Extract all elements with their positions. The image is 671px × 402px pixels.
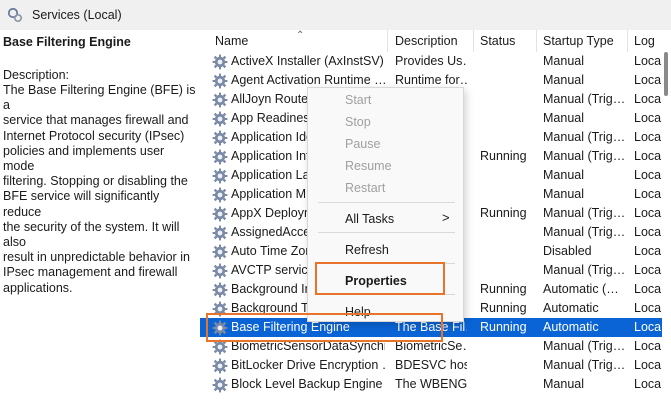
service-name: Block Level Backup Engine … xyxy=(231,377,385,391)
service-status: Running xyxy=(480,301,527,315)
service-startup-type: Manual (Trig… xyxy=(543,149,626,163)
vertical-scrollbar[interactable] xyxy=(662,30,671,402)
service-status: Running xyxy=(480,282,527,296)
submenu-arrow-icon: > xyxy=(442,210,450,225)
service-gear-icon xyxy=(212,206,228,222)
service-log-on-as: Loca xyxy=(634,92,662,106)
service-description-cell: Provides Us… xyxy=(395,54,467,68)
service-startup-type: Manual xyxy=(543,377,584,391)
service-startup-type: Automatic (… xyxy=(543,282,619,296)
service-log-on-as: Loca xyxy=(634,320,662,334)
menu-item-start[interactable]: Start xyxy=(345,93,371,107)
column-header-status[interactable]: Status xyxy=(480,34,515,48)
service-log-on-as: Loca xyxy=(634,54,662,68)
service-startup-type: Manual xyxy=(543,111,584,125)
service-startup-type: Manual xyxy=(543,54,584,68)
menu-item-stop[interactable]: Stop xyxy=(345,115,371,129)
service-status: Running xyxy=(480,206,527,220)
description-pane: Base Filtering Engine Description: The B… xyxy=(0,30,200,402)
menu-separator xyxy=(318,232,455,233)
service-row[interactable]: ActiveX Installer (AxInstSV) Provides Us…… xyxy=(200,52,662,71)
window-title: Services (Local) xyxy=(32,8,122,22)
service-startup-type: Automatic xyxy=(543,301,599,315)
service-row[interactable]: BitLocker Drive Encryption … BDESVC hos… M… xyxy=(200,356,662,375)
service-log-on-as: Loca xyxy=(634,168,662,182)
service-log-on-as: Loca xyxy=(634,263,662,277)
menu-separator xyxy=(318,202,455,203)
scrollbar-thumb[interactable] xyxy=(664,52,668,96)
column-divider[interactable] xyxy=(627,30,628,52)
service-log-on-as: Loca xyxy=(634,111,662,125)
properties-highlight-box xyxy=(315,262,445,295)
service-log-on-as: Loca xyxy=(634,73,662,87)
service-gear-icon xyxy=(212,358,228,374)
service-description-cell: BDESVC hos… xyxy=(395,358,467,372)
service-startup-type: Manual xyxy=(543,187,584,201)
service-gear-icon xyxy=(212,263,228,279)
service-gear-icon xyxy=(212,168,228,184)
menu-item-all-tasks[interactable]: All Tasks xyxy=(345,212,394,226)
service-startup-type: Manual (Trig… xyxy=(543,358,626,372)
menu-item-pause[interactable]: Pause xyxy=(345,137,380,151)
service-gear-icon xyxy=(212,377,228,393)
service-log-on-as: Loca xyxy=(634,358,662,372)
service-name: Agent Activation Runtime … xyxy=(231,73,385,87)
service-row[interactable]: Block Level Backup Engine … The WBENG… Man… xyxy=(200,375,662,394)
service-log-on-as: Loca xyxy=(634,149,662,163)
sort-ascending-icon: ⌃ xyxy=(296,30,305,41)
service-gear-icon xyxy=(212,187,228,203)
service-name: BitLocker Drive Encryption … xyxy=(231,358,385,372)
service-startup-type: Manual xyxy=(543,73,584,87)
selected-row-highlight-box xyxy=(206,313,443,342)
column-header-row: ⌃ Name Description Status Startup Type L… xyxy=(200,30,671,52)
service-log-on-as: Loca xyxy=(634,225,662,239)
service-name: ActiveX Installer (AxInstSV) xyxy=(231,54,384,68)
service-gear-icon xyxy=(212,244,228,260)
service-status: Running xyxy=(480,149,527,163)
service-description-cell: The WBENG… xyxy=(395,377,467,391)
service-startup-type: Manual (Trig… xyxy=(543,263,626,277)
service-gear-icon xyxy=(212,282,228,298)
menu-item-restart[interactable]: Restart xyxy=(345,181,385,195)
service-log-on-as: Loca xyxy=(634,244,662,258)
service-log-on-as: Loca xyxy=(634,187,662,201)
service-startup-type: Disabled xyxy=(543,244,592,258)
window-titlebar: Services (Local) xyxy=(0,0,671,30)
service-gear-icon xyxy=(212,54,228,70)
service-description: The Base Filtering Engine (BFE) is a ser… xyxy=(3,83,196,295)
column-divider[interactable] xyxy=(387,30,388,52)
service-gear-icon xyxy=(212,73,228,89)
services-icon xyxy=(7,7,23,23)
service-gear-icon xyxy=(212,92,228,108)
selected-service-title: Base Filtering Engine xyxy=(3,35,131,49)
column-divider[interactable] xyxy=(536,30,537,52)
service-startup-type: Manual (Trig… xyxy=(543,225,626,239)
service-gear-icon xyxy=(212,225,228,241)
service-log-on-as: Loca xyxy=(634,339,662,353)
service-startup-type: Manual (Trig… xyxy=(543,339,626,353)
column-header-description[interactable]: Description xyxy=(395,34,458,48)
service-startup-type: Manual xyxy=(543,168,584,182)
service-description-cell: Runtime for… xyxy=(395,73,467,87)
service-log-on-as: Loca xyxy=(634,206,662,220)
service-gear-icon xyxy=(212,149,228,165)
service-startup-type: Manual (Trig… xyxy=(543,92,626,106)
menu-item-resume[interactable]: Resume xyxy=(345,159,392,173)
description-label: Description: xyxy=(3,68,69,82)
column-divider[interactable] xyxy=(473,30,474,52)
service-status: Running xyxy=(480,320,527,334)
column-header-log-on-as[interactable]: Log xyxy=(634,34,655,48)
service-startup-type: Manual (Trig… xyxy=(543,206,626,220)
service-log-on-as: Loca xyxy=(634,282,662,296)
menu-item-refresh[interactable]: Refresh xyxy=(345,243,389,257)
service-log-on-as: Loca xyxy=(634,377,662,391)
service-log-on-as: Loca xyxy=(634,130,662,144)
service-gear-icon xyxy=(212,130,228,146)
service-log-on-as: Loca xyxy=(634,301,662,315)
service-gear-icon xyxy=(212,111,228,127)
column-header-startup-type[interactable]: Startup Type xyxy=(543,34,614,48)
column-header-name[interactable]: Name xyxy=(215,34,248,48)
service-startup-type: Automatic xyxy=(543,320,599,334)
service-startup-type: Manual (Trig… xyxy=(543,130,626,144)
